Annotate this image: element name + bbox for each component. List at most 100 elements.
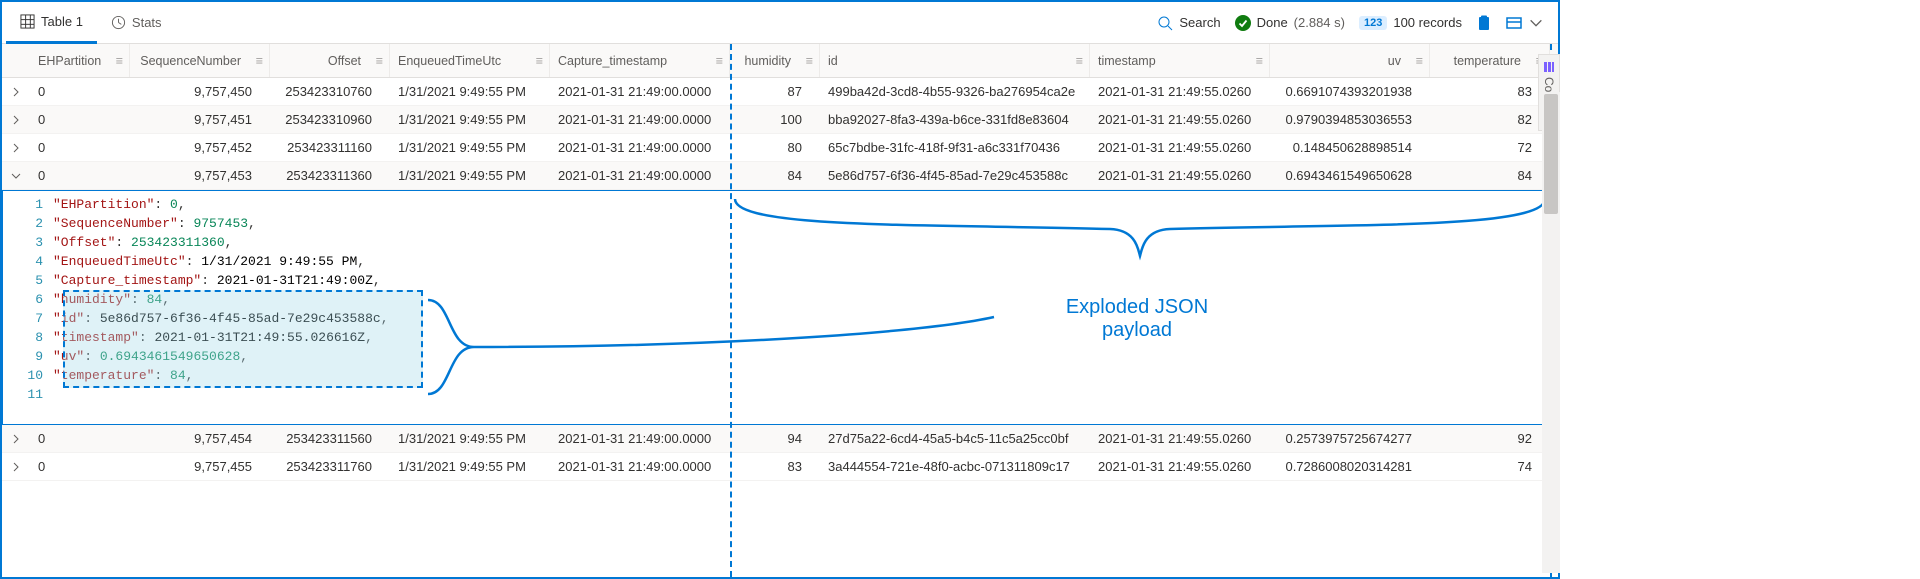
- tab-label: Stats: [132, 15, 162, 30]
- column-header-offset[interactable]: Offset ≡: [270, 44, 390, 77]
- column-menu-icon[interactable]: ≡: [1256, 54, 1263, 68]
- tab-label: Table 1: [41, 14, 83, 29]
- column-header-id[interactable]: id ≡: [820, 44, 1090, 77]
- expand-toggle[interactable]: [2, 170, 30, 182]
- expand-toggle[interactable]: [2, 433, 30, 445]
- expand-toggle[interactable]: [2, 461, 30, 473]
- column-label: EHPartition: [38, 54, 101, 68]
- table-row[interactable]: 09,757,4522534233111601/31/2021 9:49:55 …: [2, 134, 1558, 162]
- done-time: (2.884 s): [1294, 15, 1345, 30]
- column-header-enqueuedtimeutc[interactable]: EnqueuedTimeUtc ≡: [390, 44, 550, 77]
- layout-icon: [1506, 15, 1522, 31]
- cell-ts: 2021-01-31 21:49:55.0260: [1090, 431, 1270, 446]
- done-label: Done: [1257, 15, 1288, 30]
- cell-id: 65c7bdbe-31fc-418f-9f31-a6c331f70436: [820, 140, 1090, 155]
- table-row[interactable]: 09,757,4512534233109601/31/2021 9:49:55 …: [2, 106, 1558, 134]
- table-body: 09,757,4502534233107601/31/2021 9:49:55 …: [2, 78, 1558, 577]
- cell-off: 253423310760: [270, 84, 390, 99]
- column-menu-icon[interactable]: ≡: [1416, 54, 1423, 68]
- column-header-sequencenumber[interactable]: SequenceNumber ≡: [130, 44, 270, 77]
- cell-cap: 2021-01-31 21:49:00.0000: [550, 168, 730, 183]
- column-menu-icon[interactable]: ≡: [116, 54, 123, 68]
- table-header: EHPartition ≡ SequenceNumber ≡ Offset ≡ …: [2, 44, 1558, 78]
- cell-cap: 2021-01-31 21:49:00.0000: [550, 431, 730, 446]
- tab-stats[interactable]: Stats: [97, 2, 176, 44]
- cell-cap: 2021-01-31 21:49:00.0000: [550, 459, 730, 474]
- cell-hum: 83: [730, 459, 820, 474]
- column-header-timestamp[interactable]: timestamp ≡: [1090, 44, 1270, 77]
- cell-enq: 1/31/2021 9:49:55 PM: [390, 84, 550, 99]
- view-mode-button[interactable]: [1506, 15, 1544, 31]
- column-label: Offset: [328, 54, 361, 68]
- cell-hum: 94: [730, 431, 820, 446]
- cell-id: bba92027-8fa3-439a-b6ce-331fd8e83604: [820, 112, 1090, 127]
- cell-seq: 9,757,455: [130, 459, 270, 474]
- row-detail: 1234567891011"EHPartition": 0,"SequenceN…: [2, 190, 1558, 425]
- column-header-humidity[interactable]: humidity ≡: [730, 44, 820, 77]
- column-menu-icon[interactable]: ≡: [536, 54, 543, 68]
- cell-seq: 9,757,451: [130, 112, 270, 127]
- cell-cap: 2021-01-31 21:49:00.0000: [550, 140, 730, 155]
- column-label: SequenceNumber: [140, 54, 241, 68]
- clipboard-button[interactable]: [1476, 15, 1492, 31]
- chevron-down-icon: [1528, 15, 1544, 31]
- clock-icon: [111, 15, 126, 30]
- column-menu-icon[interactable]: ≡: [716, 54, 723, 68]
- cell-temp: 82: [1430, 112, 1550, 127]
- cell-temp: 74: [1430, 459, 1550, 474]
- line-gutter: 1234567891011: [3, 195, 53, 404]
- cell-eh: 0: [30, 168, 130, 183]
- column-menu-icon[interactable]: ≡: [256, 54, 263, 68]
- column-header-uv[interactable]: uv ≡: [1270, 44, 1430, 77]
- cell-seq: 9,757,454: [130, 431, 270, 446]
- column-menu-icon[interactable]: ≡: [806, 54, 813, 68]
- cell-eh: 0: [30, 459, 130, 474]
- column-header-ehpartition[interactable]: EHPartition ≡: [30, 44, 130, 77]
- cell-off: 253423311160: [270, 140, 390, 155]
- cell-seq: 9,757,453: [130, 168, 270, 183]
- cell-uv: 0.7286008020314281: [1270, 459, 1430, 474]
- column-label: timestamp: [1098, 54, 1156, 68]
- cell-ts: 2021-01-31 21:49:55.0260: [1090, 112, 1270, 127]
- cell-ts: 2021-01-31 21:49:55.0260: [1090, 84, 1270, 99]
- cell-ts: 2021-01-31 21:49:55.0260: [1090, 140, 1270, 155]
- table-row[interactable]: 09,757,4532534233113601/31/2021 9:49:55 …: [2, 162, 1558, 190]
- cell-temp: 72: [1430, 140, 1550, 155]
- search-label: Search: [1179, 15, 1220, 30]
- table-row[interactable]: 09,757,4502534233107601/31/2021 9:49:55 …: [2, 78, 1558, 106]
- cell-enq: 1/31/2021 9:49:55 PM: [390, 431, 550, 446]
- cell-id: 27d75a22-6cd4-45a5-b4c5-11c5a25cc0bf: [820, 431, 1090, 446]
- table-row[interactable]: 09,757,4552534233117601/31/2021 9:49:55 …: [2, 453, 1558, 481]
- columns-icon: [1543, 61, 1555, 73]
- clipboard-icon: [1476, 15, 1492, 31]
- expand-toggle[interactable]: [2, 86, 30, 98]
- expand-header: [2, 44, 30, 77]
- detail-code: "EHPartition": 0,"SequenceNumber": 97574…: [53, 195, 1557, 404]
- column-label: EnqueuedTimeUtc: [398, 54, 501, 68]
- cell-seq: 9,757,450: [130, 84, 270, 99]
- table-row[interactable]: 09,757,4542534233115601/31/2021 9:49:55 …: [2, 425, 1558, 453]
- cell-cap: 2021-01-31 21:49:00.0000: [550, 112, 730, 127]
- vertical-scrollbar[interactable]: [1542, 92, 1560, 573]
- expand-toggle[interactable]: [2, 114, 30, 126]
- cell-eh: 0: [30, 84, 130, 99]
- column-menu-icon[interactable]: ≡: [1076, 54, 1083, 68]
- column-header-capturetimestamp[interactable]: Capture_timestamp ≡: [550, 44, 730, 77]
- toolbar: Search Done (2.884 s) 123 100 records: [1157, 15, 1554, 31]
- cell-ts: 2021-01-31 21:49:55.0260: [1090, 459, 1270, 474]
- expand-toggle[interactable]: [2, 142, 30, 154]
- cell-uv: 0.6943461549650628: [1270, 168, 1430, 183]
- column-label: temperature: [1454, 54, 1521, 68]
- cell-ts: 2021-01-31 21:49:55.0260: [1090, 168, 1270, 183]
- cell-off: 253423311560: [270, 431, 390, 446]
- scrollbar-thumb[interactable]: [1544, 94, 1558, 214]
- cell-hum: 84: [730, 168, 820, 183]
- cell-enq: 1/31/2021 9:49:55 PM: [390, 168, 550, 183]
- cell-id: 3a444554-721e-48f0-acbc-071311809c17: [820, 459, 1090, 474]
- cell-eh: 0: [30, 431, 130, 446]
- cell-eh: 0: [30, 140, 130, 155]
- column-menu-icon[interactable]: ≡: [376, 54, 383, 68]
- column-header-temperature[interactable]: temperature ≡: [1430, 44, 1550, 77]
- tab-table[interactable]: Table 1: [6, 2, 97, 44]
- search-button[interactable]: Search: [1157, 15, 1220, 31]
